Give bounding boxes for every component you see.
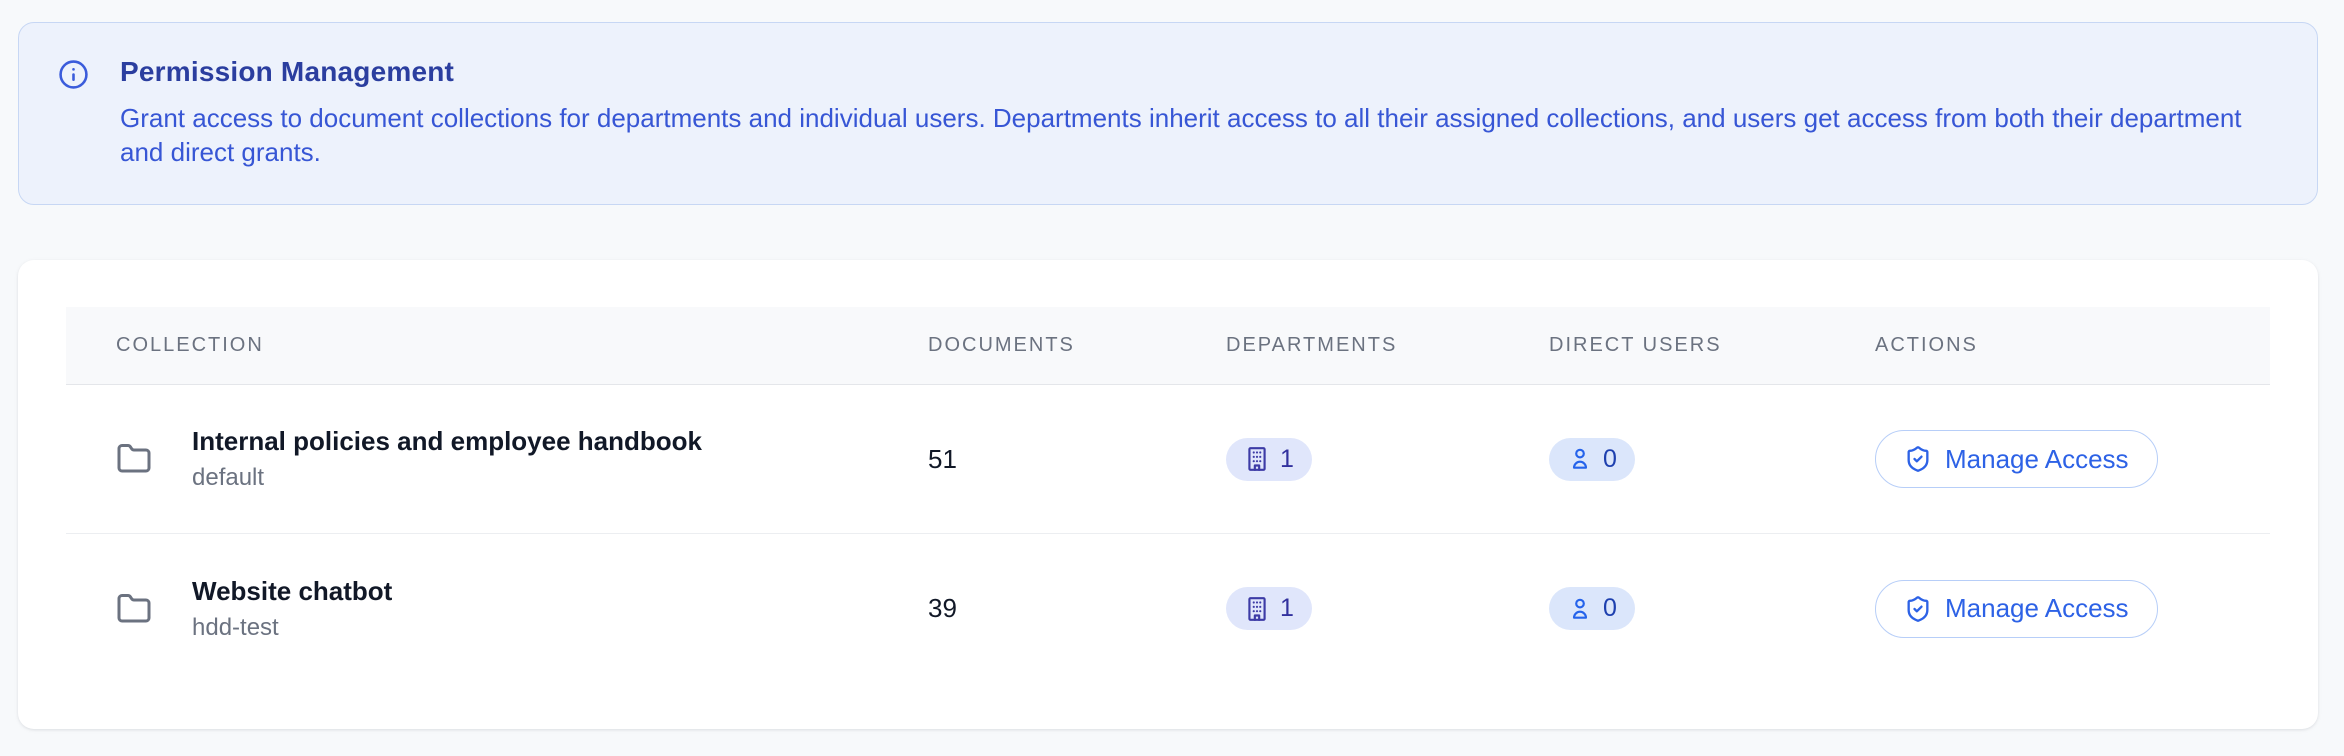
column-header-actions: ACTIONS (1875, 334, 1978, 356)
actions-cell: Manage Access (1825, 579, 2270, 638)
documents-cell: 39 (878, 593, 1176, 624)
collection-slug: default (192, 464, 265, 491)
shield-check-icon (1904, 445, 1932, 473)
manage-access-label: Manage Access (1945, 443, 2129, 474)
banner-title: Permission Management (120, 56, 455, 87)
departments-count: 1 (1280, 444, 1294, 473)
folder-icon (116, 441, 152, 477)
actions-cell: Manage Access (1825, 430, 2270, 488)
departments-cell: 1 (1176, 587, 1499, 630)
documents-count: 39 (928, 593, 957, 623)
manage-access-button[interactable]: Manage Access (1875, 430, 2158, 488)
collection-cell: Website chatbot hdd-test (66, 576, 878, 642)
collection-name: Internal policies and employee handbook (192, 426, 702, 456)
column-header-direct-users: DIRECT USERS (1549, 334, 1722, 356)
info-icon (58, 59, 89, 169)
documents-cell: 51 (878, 444, 1176, 475)
direct-users-badge: 0 (1549, 587, 1635, 630)
direct-users-badge: 0 (1549, 437, 1635, 481)
collections-card: COLLECTION DOCUMENTS DEPARTMENTS DIRECT … (18, 260, 2318, 729)
departments-badge: 1 (1226, 587, 1312, 630)
permission-info-banner: Permission Management Grant access to do… (18, 22, 2318, 205)
shield-check-icon (1904, 595, 1932, 623)
permission-management-page: Permission Management Grant access to do… (0, 0, 2344, 743)
column-header-departments: DEPARTMENTS (1226, 334, 1398, 356)
direct-users-count: 0 (1603, 594, 1617, 622)
manage-access-label: Manage Access (1945, 593, 2129, 623)
documents-count: 51 (928, 443, 957, 474)
column-header-collection: COLLECTION (116, 334, 264, 356)
direct-users-cell: 0 (1499, 437, 1825, 481)
departments-badge: 1 (1226, 437, 1312, 481)
direct-users-cell: 0 (1499, 587, 1825, 630)
table-header-row: COLLECTION DOCUMENTS DEPARTMENTS DIRECT … (66, 307, 2270, 385)
user-icon (1567, 596, 1593, 622)
banner-content: Permission Management Grant access to do… (120, 56, 2277, 169)
direct-users-count: 0 (1603, 444, 1617, 473)
table-row: Website chatbot hdd-test 39 1 0 Manage A… (66, 534, 2270, 683)
collection-info: Internal policies and employee handbook … (192, 426, 702, 492)
column-header-documents: DOCUMENTS (928, 334, 1075, 356)
departments-count: 1 (1280, 594, 1294, 622)
collection-cell: Internal policies and employee handbook … (66, 426, 878, 492)
collection-name: Website chatbot (192, 575, 393, 606)
folder-icon (116, 591, 152, 627)
departments-cell: 1 (1176, 437, 1499, 481)
banner-description: Grant access to document collections for… (120, 103, 2242, 167)
building-icon (1244, 446, 1270, 472)
collection-info: Website chatbot hdd-test (192, 576, 392, 642)
manage-access-button[interactable]: Manage Access (1875, 579, 2158, 638)
building-icon (1244, 596, 1270, 622)
collection-slug: hdd-test (192, 613, 279, 641)
table-row: Internal policies and employee handbook … (66, 385, 2270, 534)
user-icon (1567, 446, 1593, 472)
